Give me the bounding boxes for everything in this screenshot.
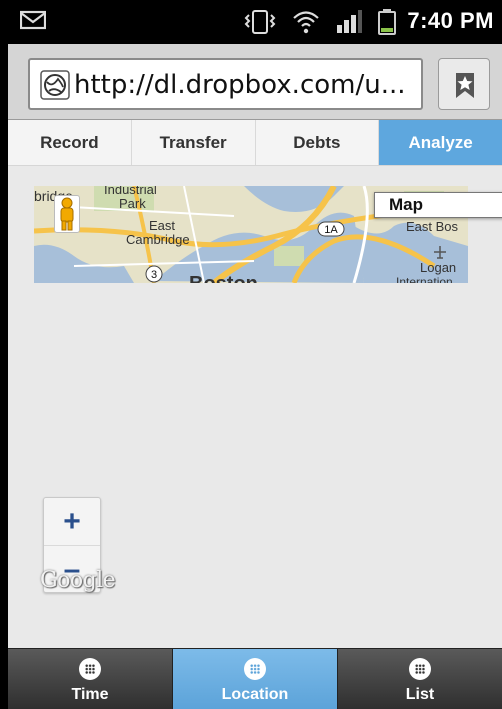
tab-transfer[interactable]: Transfer [132,120,256,165]
browser-toolbar: http://dl.dropbox.com/u... [8,44,502,120]
top-tab-bar: Record Transfer Debts Analyze [8,120,502,166]
map-label-park: Park [119,196,146,211]
nav-time[interactable]: Time [8,649,173,709]
status-time: 7:40 PM [407,8,494,33]
map-label-east-boston: East Bos [406,219,459,234]
vibrate-icon [244,10,276,34]
grid-icon [79,658,101,680]
page-globe-icon [40,70,70,100]
grid-icon [409,658,431,680]
grid-icon [244,658,266,680]
route-3-label: 3 [151,269,157,281]
zoom-in-button[interactable]: + [44,498,100,546]
route-1a-label: 1A [324,224,338,236]
map-label-international: Internation [396,275,453,283]
bookmark-button[interactable] [438,58,490,110]
mail-icon [20,10,46,30]
tab-analyze[interactable]: Analyze [379,120,502,165]
bottom-nav-bar: Time Location List [8,648,502,709]
map-label-east: East [149,218,175,233]
nav-list-label: List [405,686,435,703]
tab-debts[interactable]: Debts [256,120,380,165]
tab-record[interactable]: Record [8,120,132,165]
nav-list[interactable]: List [338,649,502,709]
battery-icon [378,9,396,35]
url-text: http://dl.dropbox.com/u... [74,70,406,100]
map-label-cambridge: Cambridge [126,232,190,247]
map-type-button[interactable]: Map [374,192,502,218]
map-label-boston: Boston [189,273,258,283]
url-field[interactable]: http://dl.dropbox.com/u... [28,58,423,110]
nav-location[interactable]: Location [173,649,338,709]
bookmark-star-icon [456,73,474,98]
wifi-icon [293,11,319,34]
nav-time-label: Time [71,686,109,703]
street-view-pegman[interactable] [54,195,80,233]
map-label-logan: Logan [420,260,456,275]
status-bar: 7:40 PM [8,0,502,44]
signal-icon [337,10,362,33]
google-logo: Google [40,568,116,593]
status-icons [243,6,397,38]
pegman-icon [60,197,74,231]
nav-location-label: Location [221,686,289,703]
screen-edge [0,0,8,709]
